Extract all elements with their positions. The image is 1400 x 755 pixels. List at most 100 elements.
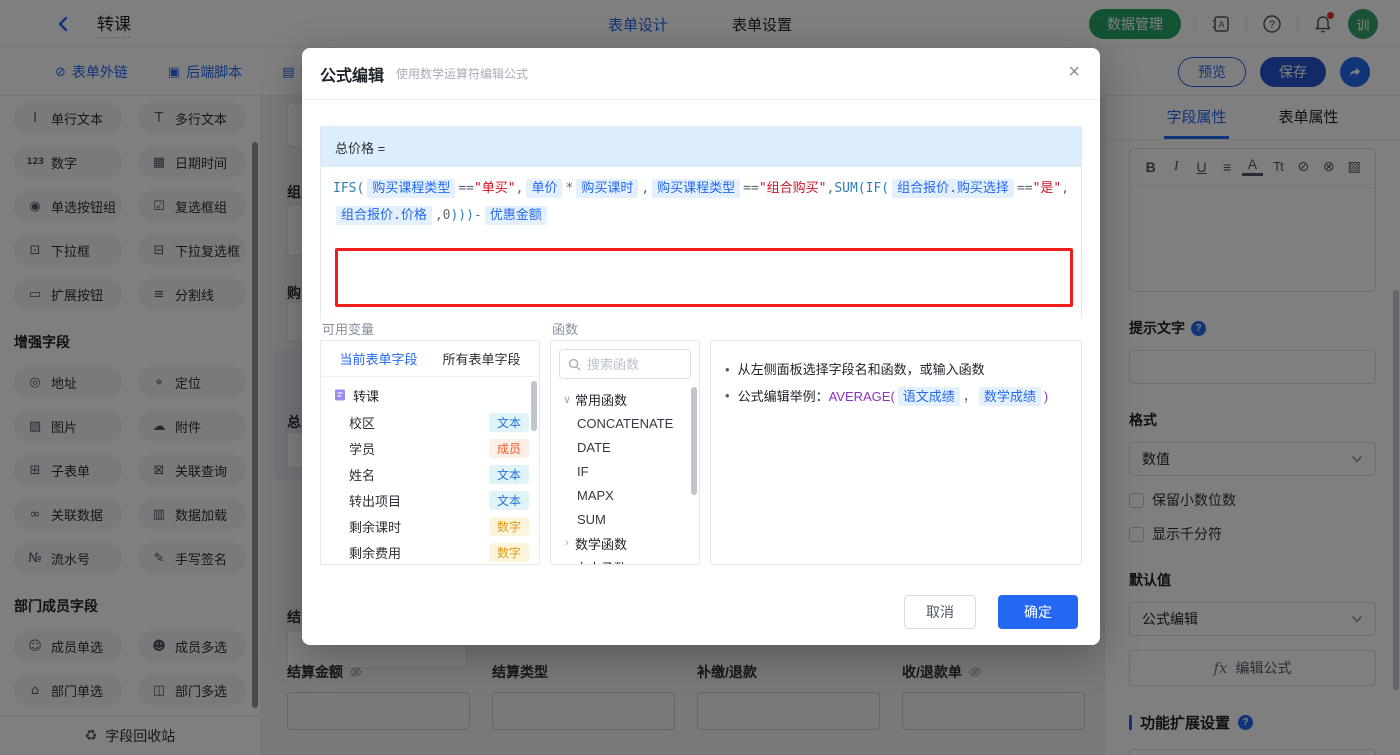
function-name: 数学函数: [575, 536, 628, 552]
app-screen: 转课 表单设计表单设置 数据管理 A ? 训 ⊘ 表单外链: [0, 0, 1400, 755]
formula-field-token: 语文成绩: [897, 387, 960, 406]
variables-panel: 当前表单字段 所有表单字段 转课 校区 文本 学员 成员 姓名 文本 转出项目 文…: [320, 340, 540, 565]
formula-field-token: 单价: [526, 179, 563, 198]
function-row[interactable]: MAPX: [551, 483, 699, 507]
function-search: [559, 349, 691, 379]
variables-scrollbar[interactable]: [531, 381, 537, 431]
variable-type-badge: 数字: [488, 542, 529, 562]
variable-name: 校区: [349, 415, 376, 431]
function-name: DATE: [577, 439, 611, 455]
function-rows: ∨ 常用函数 CONCATENATE DATE IF MAPX SUM › 数学…: [551, 387, 699, 565]
formula-result-label: 总价格 =: [321, 127, 1081, 167]
help-example-prefix: 公式编辑举例：: [737, 389, 829, 404]
help-example: 公式编辑举例：AVERAGE(语文成绩，数学成绩): [737, 383, 1049, 410]
function-name: IF: [577, 463, 589, 479]
variable-name: 学员: [349, 441, 376, 457]
close-icon[interactable]: ×: [1068, 62, 1080, 82]
functions-label: 函数: [552, 322, 579, 337]
search-icon: [568, 358, 581, 370]
variable-row[interactable]: 姓名 文本: [321, 461, 539, 487]
formula-token: ==: [458, 181, 474, 196]
function-row[interactable]: CONCATENATE: [551, 411, 699, 435]
function-name: MAPX: [577, 487, 614, 503]
function-row[interactable]: SUM: [551, 507, 699, 531]
formula-token: ==: [1016, 181, 1033, 196]
variable-name: 转出项目: [349, 493, 402, 509]
variable-row[interactable]: 剩余课时 数字: [321, 513, 539, 539]
help-example-tokens: AVERAGE(语文成绩，数学成绩): [828, 387, 1049, 406]
formula-field-token: 优惠金额: [484, 206, 547, 225]
formula-field-token: 购买课程类型: [652, 179, 741, 198]
modal-title: 公式编辑: [320, 67, 385, 85]
cancel-button[interactable]: 取消: [904, 595, 976, 629]
formula-token: AVERAGE(: [828, 389, 895, 404]
variable-type-badge: 文本: [488, 464, 529, 484]
variable-name: 剩余费用: [349, 545, 402, 561]
formula-editor-modal: 公式编辑 使用数学运算符编辑公式 × 总价格 = IFS(购买课程类型 =="单买…: [302, 48, 1100, 645]
variables-tab[interactable]: 当前表单字段: [339, 349, 417, 368]
function-row[interactable]: › 文本函数: [551, 555, 699, 565]
formula-token: *: [565, 181, 574, 196]
chevron-icon: ›: [559, 561, 575, 564]
variable-name: 剩余课时: [349, 519, 402, 535]
help-text: 从左侧面板选择字段名和函数，或输入函数: [737, 362, 985, 377]
function-row[interactable]: › 数学函数: [551, 531, 699, 555]
form-doc-icon: [333, 388, 347, 402]
formula-token: "组合购买": [758, 181, 827, 196]
formula-field-token: 组合报价.购买选择: [892, 179, 1014, 198]
variables-tab[interactable]: 所有表单字段: [442, 349, 520, 368]
variable-row[interactable]: 校区 文本: [321, 409, 539, 435]
formula-field-token: 购买课程类型: [367, 179, 456, 198]
formula-token: SUM(IF(: [834, 181, 890, 196]
bullet-dot: •: [725, 388, 730, 403]
variables-label: 可用变量: [322, 322, 375, 337]
formula-token: ): [1043, 389, 1049, 404]
variable-row[interactable]: 转出项目 文本: [321, 487, 539, 513]
variable-type-badge: 数字: [488, 516, 529, 536]
function-name: SUM: [577, 511, 606, 527]
bullet-dot: •: [725, 362, 730, 377]
variable-root-label: 转课: [353, 388, 380, 404]
function-row[interactable]: ∨ 常用函数: [551, 387, 699, 411]
function-search-input[interactable]: [587, 356, 677, 372]
formula-token: ,: [641, 181, 650, 196]
variable-row[interactable]: 学员 成员: [321, 435, 539, 461]
help-bullet: • 从左侧面板选择字段名和函数，或输入函数: [725, 357, 1067, 383]
formula-token: ，: [962, 389, 976, 404]
variable-rows: 校区 文本 学员 成员 姓名 文本 转出项目 文本 剩余课时 数字 剩余费用 数…: [321, 409, 539, 564]
formula-field-token: 组合报价.价格: [336, 206, 432, 225]
formula-token: IFS(: [333, 181, 365, 196]
confirm-button[interactable]: 确定: [998, 595, 1078, 629]
function-row[interactable]: DATE: [551, 435, 699, 459]
modal-subtitle: 使用数学运算符编辑公式: [396, 67, 529, 81]
function-row[interactable]: IF: [551, 459, 699, 483]
chevron-icon: ∨: [562, 393, 572, 406]
variable-tree-root[interactable]: 转课: [321, 381, 539, 409]
variable-row[interactable]: 剩余费用 数字: [321, 539, 539, 564]
functions-panel: ∨ 常用函数 CONCATENATE DATE IF MAPX SUM › 数学…: [550, 340, 700, 565]
chevron-icon: ›: [565, 537, 569, 549]
variable-type-badge: 文本: [488, 412, 529, 432]
function-name: CONCATENATE: [577, 415, 674, 431]
formula-field-token: 数学成绩: [978, 387, 1041, 406]
formula-token: ,: [515, 181, 524, 196]
variables-tabs: 当前表单字段 所有表单字段: [321, 341, 539, 377]
formula-token: "是": [1032, 181, 1062, 196]
variable-type-badge: 文本: [488, 490, 529, 510]
function-name: 文本函数: [575, 558, 627, 565]
formula-token: ))): [450, 208, 474, 223]
formula-token: ,0: [434, 208, 451, 223]
formula-help-panel: • 从左侧面板选择字段名和函数，或输入函数 • 公式编辑举例：AVERAGE(语…: [710, 340, 1082, 565]
formula-token: ==: [743, 181, 759, 196]
formula-token: "单买": [473, 181, 516, 196]
function-name: 常用函数: [575, 392, 628, 408]
formula-token: ,: [1061, 181, 1070, 196]
formula-input-area[interactable]: IFS(购买课程类型 =="单买", 单价 * 购买课时, 购买课程类型 =="组合购买",…: [321, 167, 1081, 319]
help-bullet: • 公式编辑举例：AVERAGE(语文成绩，数学成绩): [725, 383, 1067, 410]
functions-scrollbar[interactable]: [691, 387, 697, 495]
formula-token: -: [473, 208, 482, 223]
modal-header: 公式编辑 使用数学运算符编辑公式: [302, 48, 1100, 100]
formula-editor: 总价格 = IFS(购买课程类型 =="单买", 单价 * 购买课时, 购买课程类型 =="…: [320, 126, 1082, 319]
formula-field-token: 购买课时: [576, 179, 639, 198]
variable-name: 姓名: [349, 467, 376, 483]
